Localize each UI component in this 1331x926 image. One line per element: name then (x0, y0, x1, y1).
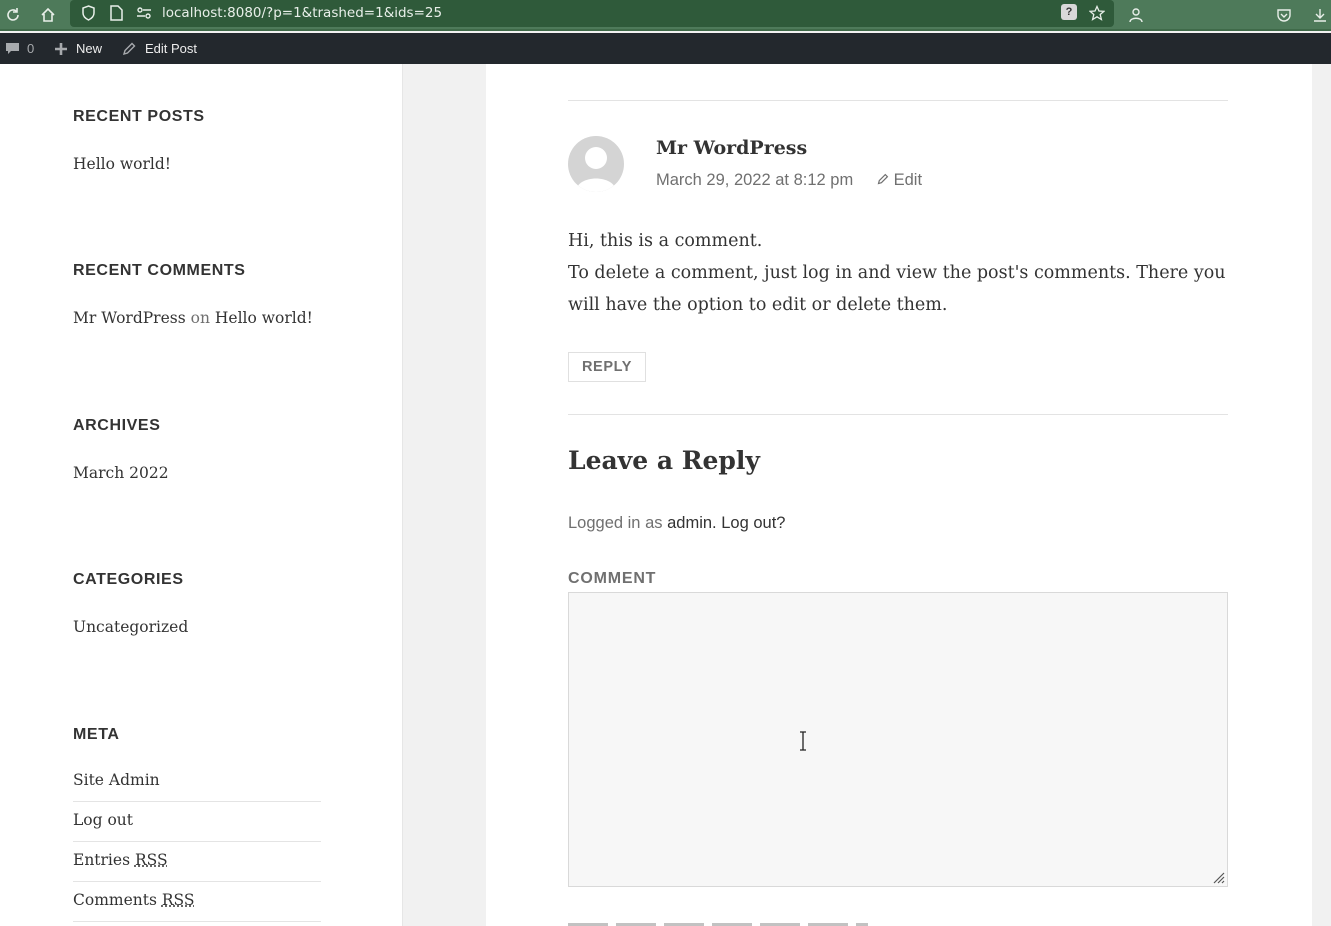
meta-item-log-out[interactable]: Log out (73, 802, 321, 842)
category-link[interactable]: Uncategorized (73, 618, 188, 636)
meta-entries-rss-link[interactable]: Entries RSS (73, 851, 168, 869)
sidebar: RECENT POSTS Hello world! RECENT COMMENT… (0, 64, 403, 926)
recent-comment-on-text: on (190, 309, 210, 327)
recent-comment-item: Mr WordPress on Hello world! (73, 309, 313, 327)
new-label: New (76, 41, 103, 56)
comment-date-link[interactable]: March 29, 2022 at 8:12 pm (656, 171, 853, 190)
meta-item-site-admin[interactable]: Site Admin (73, 762, 321, 802)
pencil-icon (877, 173, 889, 185)
main-content: Mr WordPress March 29, 2022 at 8:12 pm E… (486, 64, 1312, 926)
comment-bubble-icon (6, 43, 19, 54)
wp-admin-bar: 0 New Edit Post (0, 33, 1331, 64)
url-bar[interactable]: localhost:8080/?p=1&trashed=1&ids=25 ? (70, 0, 1114, 27)
account-icon[interactable] (1125, 4, 1147, 26)
avatar (568, 136, 624, 192)
edit-post-label: Edit Post (145, 41, 198, 56)
download-icon[interactable] (1309, 4, 1331, 26)
help-badge[interactable]: ? (1061, 4, 1077, 20)
pencil-icon (122, 42, 136, 55)
page-icon[interactable] (105, 2, 127, 24)
archive-link[interactable]: March 2022 (73, 464, 169, 482)
comment-body-line: To delete a comment, just log in and vie… (568, 263, 1226, 315)
meta-item-entries-rss[interactable]: Entries RSS (73, 842, 321, 882)
comment-body-line: Hi, this is a comment. (568, 231, 763, 251)
comments-label: Comments (73, 891, 157, 909)
period: . (712, 514, 717, 532)
recent-post-link[interactable]: Hello world! (73, 155, 171, 173)
comment-textarea[interactable] (568, 592, 1228, 887)
rss-abbr: RSS (134, 851, 168, 869)
browser-toolbar: localhost:8080/?p=1&trashed=1&ids=25 ? (0, 0, 1331, 31)
pocket-icon[interactable] (1273, 4, 1295, 26)
comment-edit-link[interactable]: Edit (877, 171, 922, 190)
admin-bar-edit-post[interactable]: Edit Post (122, 33, 197, 64)
cut-off-text (568, 920, 868, 926)
widget-title-recent-posts: RECENT POSTS (73, 108, 205, 125)
rss-abbr: RSS (161, 891, 195, 909)
permissions-icon[interactable] (133, 2, 155, 24)
widget-title-archives: ARCHIVES (73, 417, 161, 434)
home-icon[interactable] (37, 4, 59, 26)
text-cursor-icon (800, 731, 806, 751)
reload-icon[interactable] (2, 4, 24, 26)
bookmark-star-icon[interactable] (1086, 2, 1108, 24)
url-text: localhost:8080/?p=1&trashed=1&ids=25 (162, 5, 443, 21)
divider (568, 100, 1228, 101)
comments-count: 0 (27, 41, 35, 56)
widget-title-meta: META (73, 726, 120, 743)
plus-icon (55, 42, 67, 55)
admin-bar-new[interactable]: New (54, 33, 102, 64)
recent-comment-post-link[interactable]: Hello world! (215, 309, 313, 327)
entries-label: Entries (73, 851, 131, 869)
recent-comment-author-link[interactable]: Mr WordPress (73, 309, 186, 327)
logged-in-text: Logged in as admin. Log out? (568, 514, 785, 533)
comment-body: Hi, this is a comment. To delete a comme… (568, 225, 1228, 321)
meta-log-out-link[interactable]: Log out (73, 811, 133, 829)
widget-title-categories: CATEGORIES (73, 571, 184, 588)
shield-icon[interactable] (77, 2, 99, 24)
meta-site-admin-link[interactable]: Site Admin (73, 771, 160, 789)
log-out-link[interactable]: Log out? (721, 514, 785, 532)
widget-title-recent-comments: RECENT COMMENTS (73, 262, 246, 279)
divider (568, 414, 1228, 415)
profile-link[interactable]: admin (667, 514, 712, 532)
logged-in-prefix: Logged in as (568, 514, 663, 532)
meta-comments-rss-link[interactable]: Comments RSS (73, 891, 195, 909)
reply-button[interactable]: REPLY (568, 352, 646, 382)
meta-item-comments-rss[interactable]: Comments RSS (73, 882, 321, 922)
reply-title: Leave a Reply (568, 446, 760, 475)
resize-grip-icon[interactable] (1211, 870, 1225, 884)
comment-author: Mr WordPress (656, 137, 808, 159)
comment-edit-label: Edit (893, 171, 923, 189)
admin-bar-comments[interactable]: 0 (5, 33, 34, 64)
comment-label: COMMENT (568, 570, 657, 587)
